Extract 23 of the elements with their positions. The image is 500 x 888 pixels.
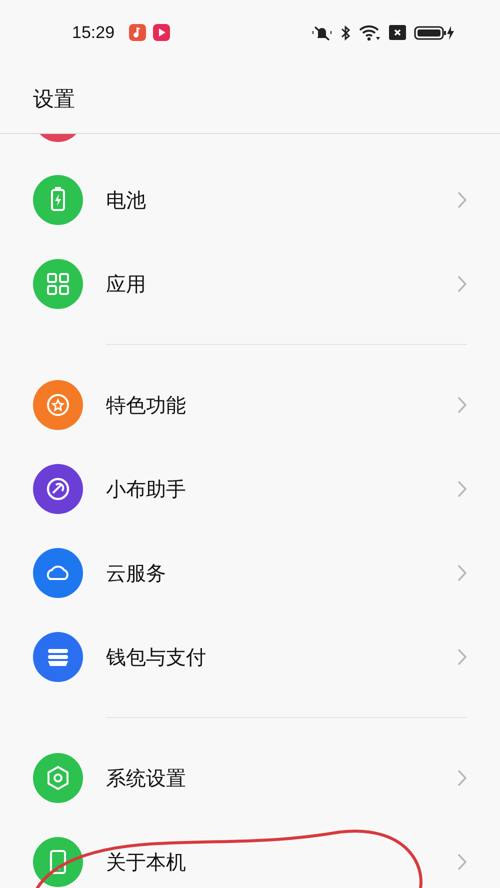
chevron-icon	[457, 648, 467, 666]
sim-off-icon	[389, 25, 406, 40]
settings-item-label[interactable]: 钱包与支付	[106, 644, 206, 670]
chevron-icon	[457, 564, 467, 582]
chevron-icon	[457, 480, 467, 498]
bluetooth-icon	[341, 24, 351, 40]
wifi-icon	[359, 24, 381, 40]
settings-item-label[interactable]: 小布助手	[106, 476, 186, 502]
chevron-icon	[457, 769, 467, 787]
chevron-icon	[457, 191, 467, 209]
settings-item-label[interactable]: 关于本机	[106, 848, 186, 876]
battery-charging-icon	[414, 24, 454, 40]
chevron-icon	[457, 396, 467, 414]
settings-item-label[interactable]: 云服务	[106, 560, 166, 586]
status-time: 15:29	[72, 22, 115, 42]
chevron-icon	[457, 853, 467, 871]
settings-item-label[interactable]: 电池	[106, 186, 146, 214]
settings-item-label[interactable]: 应用	[106, 270, 146, 298]
page-title: 设置	[33, 87, 75, 113]
settings-item-label[interactable]: 系统设置	[106, 764, 186, 792]
muted-bell-icon	[311, 24, 333, 40]
settings-item-label[interactable]: 特色功能	[106, 392, 186, 418]
chevron-icon	[457, 275, 467, 293]
